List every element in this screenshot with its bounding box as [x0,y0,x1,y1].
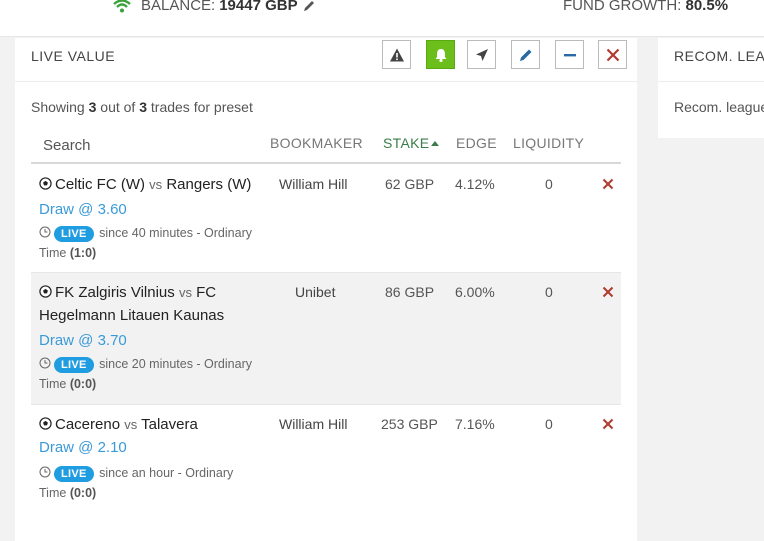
home-team: Celtic FC (W) [55,176,145,193]
warning-icon [389,48,404,61]
table-row[interactable]: Celtic FC (W) vs Rangers (W) Draw @ 3.60… [31,165,621,273]
fund-growth: FUND GROWTH: 80.5% [563,0,728,14]
live-badge: LIVE [54,357,94,373]
match-status: LIVE since an hour - Ordinary Time (0:0) [39,463,254,503]
growth-label: FUND GROWTH: [563,0,682,14]
balance-value: 19447 GBP [219,0,298,14]
match-status: LIVE since 40 minutes - Ordinary Time (1… [39,223,269,263]
edge-cell: 7.16% [455,416,495,432]
match-status: LIVE since 20 minutes - Ordinary Time (0… [39,354,269,394]
showing-prefix: Showing [31,99,85,115]
stake-cell: 253 GBP [381,416,438,432]
soccer-ball-icon [39,285,52,298]
vs-label: vs [178,285,192,300]
bet-link[interactable]: Draw @ 2.10 [39,439,127,456]
home-team: FK Zalgiris Vilnius [55,284,175,301]
pencil-icon [519,49,531,61]
recommended-leagues-panel: RECOM. LEA Recom. league [658,38,764,138]
bell-button[interactable] [426,40,455,69]
table-row[interactable]: FK Zalgiris Vilnius vs FC Hegelmann Lita… [31,273,621,405]
header-liquidity[interactable]: LIQUIDITY [513,135,584,151]
bookmaker-cell: William Hill [279,176,348,192]
liquidity-cell: 0 [545,176,553,192]
home-team: Cacereno [55,416,121,433]
vs-label: vs [124,417,138,432]
table-header: Search BOOKMAKER STAKE EDGE LIQUIDITY [31,125,621,164]
showing-total: 3 [139,99,147,115]
away-team: Rangers (W) [166,176,252,193]
header-edge[interactable]: EDGE [456,135,497,151]
balance-label: BALANCE: [141,0,216,14]
vs-label: vs [149,177,163,192]
header-stake[interactable]: STAKE [383,135,440,151]
live-badge: LIVE [54,466,94,482]
delete-icon[interactable] [601,417,615,431]
header-bookmaker[interactable]: BOOKMAKER [270,135,363,151]
liquidity-cell: 0 [545,416,553,432]
bell-icon [435,48,446,62]
delete-icon[interactable] [601,177,615,191]
panel-header: RECOM. LEA [658,38,764,82]
soccer-ball-icon [39,417,52,430]
edge-cell: 6.00% [455,284,495,300]
match-name: FK Zalgiris Vilnius vs FC Hegelmann Lita… [39,281,264,327]
bet-link[interactable]: Draw @ 3.70 [39,332,127,349]
send-button[interactable] [467,40,496,69]
pencil-icon[interactable] [302,0,316,13]
liquidity-cell: 0 [545,284,553,300]
bookmaker-cell: Unibet [295,284,336,300]
live-value-panel: LIVE VALUE Showing 3 out of 3 trades for… [15,38,637,541]
showing-summary: Showing 3 out of 3 trades for preset [31,99,253,115]
live-badge: LIVE [54,226,94,242]
sort-up-icon [431,140,440,146]
header-stake-label: STAKE [383,135,430,151]
match-name: Cacereno vs Talavera [39,413,269,436]
bookmaker-cell: William Hill [279,416,348,432]
clock-icon [39,466,51,478]
showing-suffix: trades for preset [150,99,253,115]
panel-title: RECOM. LEA [674,48,764,64]
score: (1:0) [69,246,97,260]
stake-cell: 86 GBP [385,284,435,300]
showing-count: 3 [88,99,97,115]
panel-title: LIVE VALUE [31,48,116,64]
search-input[interactable]: Search [43,137,91,154]
close-icon [606,48,619,61]
wifi-icon [113,0,131,12]
send-icon [475,48,488,61]
delete-icon[interactable] [601,285,615,299]
minus-icon [563,53,576,56]
balance: BALANCE: 19447 GBP [112,0,316,14]
bet-link[interactable]: Draw @ 3.60 [39,201,127,218]
stake-cell: 62 GBP [385,176,435,192]
soccer-ball-icon [39,177,52,190]
panel-header: LIVE VALUE [15,38,637,82]
showing-middle: out of [100,99,136,115]
top-bar: BALANCE: 19447 GBP FUND GROWTH: 80.5% [0,0,764,37]
minimize-button[interactable] [555,40,584,69]
clock-icon [39,226,51,238]
away-team: Talavera [141,416,198,433]
edit-button[interactable] [511,40,540,69]
recommended-leagues-text: Recom. league [674,99,764,115]
table-row[interactable]: Cacereno vs Talavera Draw @ 2.10 LIVE si… [31,405,621,513]
clock-icon [39,357,51,369]
edge-cell: 4.12% [455,176,495,192]
growth-value: 80.5% [685,0,729,14]
score: (0:0) [69,486,97,500]
close-panel-button[interactable] [598,40,627,69]
score: (0:0) [69,377,97,391]
warning-button[interactable] [382,40,411,69]
match-name: Celtic FC (W) vs Rangers (W) [39,173,269,196]
